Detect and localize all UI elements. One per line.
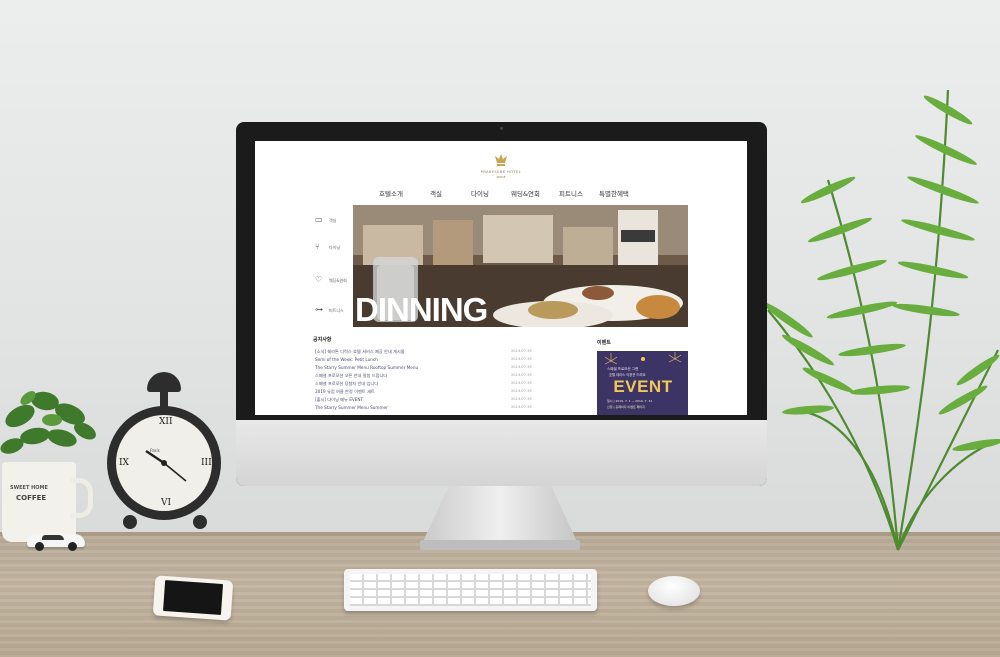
car-wheel <box>35 542 44 551</box>
notice-row[interactable]: 스페셜 프로모션 오픈 안내 말씀 드립니다 2019.07.19 <box>315 373 537 380</box>
bed-icon: ▭ <box>315 215 323 224</box>
notice-text: 스페셜 프로모션 당첨자 안내 입니다 <box>315 381 379 386</box>
notice-text: The Starry Summer Menu Rooftop Summer Me… <box>315 365 419 370</box>
notice-row[interactable]: The Starry Summer Menu Summer 2019.07.19 <box>315 405 537 412</box>
car-wheel <box>68 542 77 551</box>
event-heading: 이벤트 <box>597 340 611 346</box>
mug-text-top: SWEET HOME <box>10 485 48 491</box>
alarm-clock: XII III VI IX Paris <box>105 370 225 535</box>
dumbbell-icon: ⊶ <box>315 305 323 314</box>
website-screen: PRAKYSEBE HOTEL SINCE 호텔소개 객실 다이닝 웨딩&연회 … <box>255 141 747 415</box>
dining-icon: ⑂ <box>315 242 320 251</box>
side-item-label: 객실 <box>329 218 337 223</box>
notice-row[interactable]: 스페셜 프로모션 당첨자 안내 입니다 2019.07.19 <box>315 381 537 388</box>
hotel-logo-sub: SINCE <box>496 175 506 179</box>
notice-row[interactable]: Semi of the Week: Petit Lunch 2019.07.19 <box>315 357 537 364</box>
notice-row[interactable]: [출시] 다이닝 메뉴 EVENT 2019.07.19 <box>315 397 537 404</box>
clock-bell <box>147 372 181 392</box>
monitor-chin <box>236 420 767 486</box>
side-item-label: 웨딩&연회 <box>329 278 347 283</box>
event-detail-2: 신청 | 홈페이지 이벤트 페이지 <box>607 405 645 409</box>
keyboard <box>344 569 597 611</box>
event-detail-1: 일시 | 2019. 7. 1 ~ 2019. 7. 31 <box>607 399 653 403</box>
notice-date: 2019.07.19 <box>511 397 532 401</box>
notice-date: 2019.07.19 <box>511 405 532 409</box>
notice-date: 2019.07.19 <box>511 373 532 377</box>
fern-plant <box>763 89 1000 551</box>
nav-item-dining[interactable]: 다이닝 <box>471 188 489 198</box>
webcam-dot <box>500 127 503 130</box>
hero-title: DINNING <box>355 291 488 328</box>
nav-item-rooms[interactable]: 객실 <box>430 188 442 198</box>
side-item-label: 다이닝 <box>329 245 341 250</box>
notice-date: 2019.07.19 <box>511 357 532 361</box>
notice-row[interactable]: 2019 유럽 여름 한정 이벤트 세트 2019.07.19 <box>315 389 537 396</box>
coffee-mug <box>2 462 76 542</box>
mug-handle <box>70 478 93 518</box>
notice-heading: 공지사항 <box>313 337 332 343</box>
hotel-logo-name: PRAKYSEBE HOTEL <box>480 170 522 174</box>
nav-item-hotel[interactable]: 호텔소개 <box>379 188 403 198</box>
wedding-icon: ♡ <box>315 275 323 284</box>
notice-date: 2019.07.19 <box>511 365 532 369</box>
mug-text-main: COFFEE <box>16 494 47 502</box>
nav-item-fitness[interactable]: 피트니스 <box>559 188 583 198</box>
side-item-fitness[interactable]: ⊶ 피트니스 <box>315 305 355 317</box>
keyboard-keys <box>350 574 591 606</box>
mouse <box>648 576 700 606</box>
side-item-label: 피트니스 <box>329 308 344 313</box>
clock-foot <box>123 515 137 529</box>
side-item-rooms[interactable]: ▭ 객실 <box>315 215 355 227</box>
nav-item-wedding[interactable]: 웨딩&연회 <box>511 188 540 198</box>
side-item-dining[interactable]: ⑂ 다이닝 <box>315 242 355 254</box>
notice-text: The Starry Summer Menu Summer <box>315 405 388 410</box>
side-item-wedding[interactable]: ♡ 웨딩&연회 <box>315 275 355 287</box>
phone-screen <box>163 580 224 615</box>
notice-row[interactable]: [소식] 쉐라톤 디럭스 호텔 서비스 제공 안내 게시물 2019.07.19 <box>315 349 537 356</box>
notice-date: 2019.07.19 <box>511 381 532 385</box>
notice-text: 2019 유럽 여름 한정 이벤트 세트 <box>315 389 375 394</box>
event-banner[interactable]: 스페셜 프로모션 그랜 호텔 테라스 이용권 드려요 EVENT 일시 | 20… <box>597 351 688 415</box>
clock-hands <box>145 450 187 482</box>
notice-text: [소식] 쉐라톤 디럭스 호텔 서비스 제공 안내 게시물 <box>315 349 405 354</box>
notice-date: 2019.07.19 <box>511 389 532 393</box>
notice-text: 스페셜 프로모션 오픈 안내 말씀 드립니다 <box>315 373 388 378</box>
notice-row[interactable]: The Starry Summer Menu Rooftop Summer Me… <box>315 365 537 372</box>
smartphone <box>152 575 234 621</box>
clock-foot <box>193 515 207 529</box>
hotel-logo-icon[interactable] <box>493 153 509 167</box>
nav-item-benefits[interactable]: 특별한혜택 <box>599 188 629 198</box>
notice-text: [출시] 다이닝 메뉴 EVENT <box>315 397 364 402</box>
event-word: EVENT <box>613 377 673 396</box>
monitor-stand-base <box>420 540 580 550</box>
notice-text: Semi of the Week: Petit Lunch <box>315 357 378 362</box>
notice-date: 2019.07.19 <box>511 349 532 353</box>
main-nav: 호텔소개 객실 다이닝 웨딩&연회 피트니스 특별한혜택 <box>373 188 693 198</box>
small-plant <box>0 391 96 454</box>
